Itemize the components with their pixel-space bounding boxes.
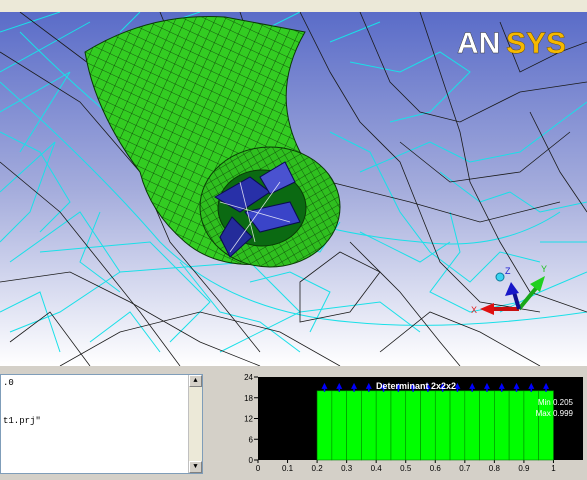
- histogram-bar[interactable]: [331, 390, 347, 461]
- graphics-viewport[interactable]: AN SYS X Y Z: [0, 12, 587, 366]
- histogram-bar[interactable]: [420, 390, 436, 461]
- histogram-bar[interactable]: [508, 390, 525, 461]
- message-panel: .0 t1.prj" ▲ ▼: [0, 368, 205, 480]
- triad-y-label: Y: [541, 264, 547, 274]
- x-tick-label: 0.8: [489, 464, 501, 473]
- x-tick-label: 0.9: [518, 464, 530, 473]
- y-tick-label: 18: [244, 394, 253, 403]
- triad-x-label: X: [471, 305, 477, 315]
- x-tick-label: 0.5: [400, 464, 412, 473]
- x-tick-label: 0.3: [341, 464, 353, 473]
- histogram-bar[interactable]: [375, 390, 392, 461]
- histogram-bar[interactable]: [316, 390, 333, 461]
- x-tick-label: 0.7: [459, 464, 471, 473]
- y-tick-label: 0: [249, 456, 254, 465]
- x-tick-label: 1: [551, 464, 556, 473]
- histogram-bar[interactable]: [464, 390, 480, 461]
- triad-z-label: Z: [505, 266, 511, 276]
- ansys-logo: AN SYS: [457, 27, 566, 60]
- histogram-max-label: Max 0.999: [536, 409, 574, 418]
- x-tick-label: 0.2: [312, 464, 324, 473]
- histogram-bar[interactable]: [494, 390, 510, 461]
- y-tick-label: 24: [244, 373, 253, 382]
- x-tick-label: 0: [256, 464, 261, 473]
- log-scrollbar[interactable]: ▲ ▼: [188, 375, 202, 473]
- scroll-down-button[interactable]: ▼: [189, 461, 202, 473]
- y-tick-label: 12: [244, 415, 253, 424]
- histogram-bar[interactable]: [346, 390, 362, 461]
- scroll-up-button[interactable]: ▲: [189, 375, 202, 387]
- x-tick-label: 0.1: [282, 464, 294, 473]
- log-line: t1.prj": [3, 416, 41, 426]
- histogram-bar[interactable]: [390, 390, 407, 461]
- histogram-bar[interactable]: [449, 390, 466, 461]
- histogram-bar[interactable]: [405, 390, 421, 461]
- log-line: .0: [3, 378, 14, 388]
- message-log[interactable]: .0 t1.prj" ▲ ▼: [0, 374, 203, 474]
- histogram-bar[interactable]: [479, 390, 495, 461]
- x-tick-label: 0.6: [430, 464, 442, 473]
- x-tick-label: 0.4: [371, 464, 383, 473]
- histogram-bar[interactable]: [523, 390, 539, 461]
- histogram-title: Determinant 2x2x2: [376, 381, 456, 391]
- histogram-min-label: Min 0.205: [538, 398, 574, 407]
- svg-text:AN: AN: [457, 27, 500, 60]
- determinant-histogram[interactable]: 0 6 12 18 24 0 0.1 0.2 0.3 0.4 0.5 0.6 0.7 0.8 0.9 1 D…: [208, 368, 587, 480]
- y-tick-label: 6: [249, 435, 254, 444]
- svg-text:SYS: SYS: [506, 27, 566, 60]
- histogram-bar[interactable]: [361, 390, 377, 461]
- histogram-panel: 0 6 12 18 24 0 0.1 0.2 0.3 0.4 0.5 0.6 0.7 0.8 0.9 1 D…: [208, 368, 587, 480]
- histogram-bar[interactable]: [434, 390, 451, 461]
